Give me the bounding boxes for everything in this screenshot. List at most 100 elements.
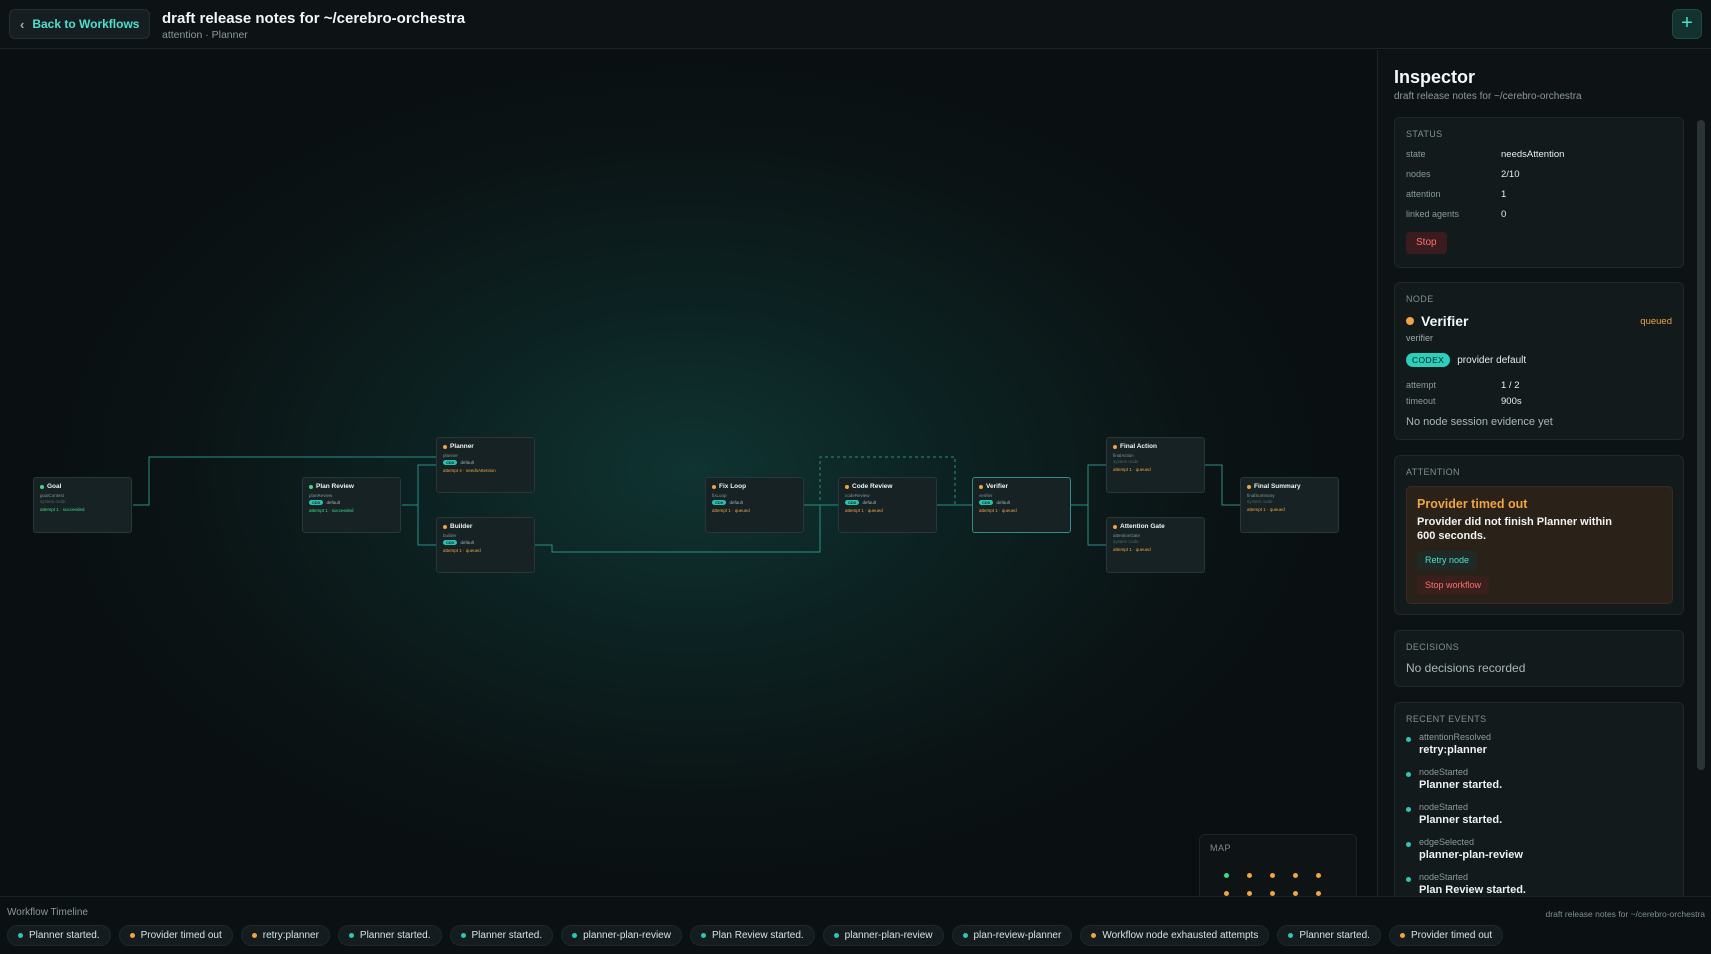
node-heading: NODE	[1406, 294, 1434, 304]
edge-final-action-summary	[1205, 464, 1240, 506]
node-evidence: No node session evidence yet	[1406, 416, 1553, 428]
chip-dot	[700, 933, 706, 938]
status-dot	[1113, 444, 1117, 449]
minimap-node	[1316, 873, 1321, 878]
minimap-node	[1293, 873, 1298, 878]
event-dot	[1406, 807, 1411, 812]
status-dot	[979, 484, 983, 489]
minimap-node	[1270, 873, 1275, 878]
node-key: verifier	[979, 493, 993, 498]
timeline-chip[interactable]: retry:planner	[240, 925, 330, 946]
chip-dot	[833, 933, 839, 938]
event-dot	[1406, 772, 1411, 777]
stop-workflow-button[interactable]: Stop workflow	[1417, 576, 1490, 595]
node-kind: system node	[1113, 539, 1139, 544]
node-goal[interactable]: Goal goalContext system node attempt 1 ·…	[33, 477, 132, 533]
node-attention-gate[interactable]: Attention Gate attentionGate system node…	[1106, 517, 1205, 573]
attention-card: ATTENTION Provider timed out Provider di…	[1394, 455, 1684, 615]
chip-dot	[251, 933, 257, 938]
node-key: codeReview	[845, 493, 870, 498]
provider-row: CODEX provider default	[1406, 353, 1526, 367]
timeline-caption: draft release notes for ~/cerebro-orches…	[1545, 909, 1705, 919]
workflow-canvas[interactable]: Goal goalContext system node attempt 1 ·…	[0, 50, 1377, 896]
node-title: Builder	[443, 523, 528, 530]
chip-dot	[1288, 933, 1294, 938]
node-builder[interactable]: Builder builder CDX default attempt 1 · q…	[436, 517, 535, 573]
node-provider: CDX default	[443, 460, 528, 465]
timeline-chip[interactable]: Workflow node exhausted attempts	[1080, 925, 1270, 946]
node-card: NODE Verifier queued verifier CODEX provi…	[1394, 282, 1684, 440]
inspector-scrollbar[interactable]	[1697, 120, 1705, 770]
attention-alert: Provider timed out Provider did not fini…	[1406, 486, 1673, 604]
node-provider: CDX default	[309, 500, 394, 505]
status-dot	[1406, 317, 1414, 325]
minimap[interactable]: MAP	[1199, 834, 1357, 896]
node-fix-loop[interactable]: Fix Loop fixLoop CDX default attempt 1 · …	[705, 477, 804, 533]
status-row: attention 1	[1406, 189, 1507, 200]
page-title: draft release notes for ~/cerebro-orches…	[162, 10, 466, 27]
timeline-chip[interactable]: Planner started.	[449, 925, 554, 946]
timeline-chip[interactable]: Provider timed out	[1388, 925, 1504, 946]
node-kind: system node	[1113, 459, 1139, 464]
event-dot	[1406, 842, 1411, 847]
status-dot	[443, 524, 447, 529]
node-row: timeout 900s	[1406, 396, 1522, 407]
status-dot	[845, 484, 849, 489]
timeline-chip[interactable]: Planner started.	[1277, 925, 1381, 946]
events-card: RECENT EVENTS attentionResolved retry:pla…	[1394, 702, 1684, 896]
stop-button[interactable]: Stop	[1406, 232, 1447, 254]
decisions-card: DECISIONS No decisions recorded	[1394, 630, 1684, 687]
node-key: attentionGate	[1113, 533, 1141, 538]
node-title: Final Action	[1113, 443, 1198, 450]
node-key: builder	[443, 533, 457, 538]
retry-node-button[interactable]: Retry node	[1417, 551, 1478, 570]
timeline-chip[interactable]: Planner started.	[337, 925, 442, 946]
node-title: Verifier	[979, 483, 1064, 490]
status-dot	[1113, 524, 1117, 529]
timeline-chip[interactable]: Planner started.	[7, 925, 111, 946]
node-status: attempt 1 · queued	[1113, 547, 1151, 552]
timeline-chip[interactable]: planner-plan-review	[822, 925, 944, 946]
timeline-chip[interactable]: Provider timed out	[118, 925, 233, 946]
chip-dot	[18, 933, 23, 938]
node-plan-review[interactable]: Plan Review planReview CDX default attemp…	[302, 477, 401, 533]
node-kind: system node	[1247, 499, 1273, 504]
node-title: Plan Review	[309, 483, 394, 490]
chip-dot	[348, 933, 354, 938]
timeline-chip[interactable]: planner-plan-review	[561, 925, 682, 946]
node-status: attempt 4 · needsAttention	[443, 468, 496, 473]
status-row: state needsAttention	[1406, 149, 1565, 160]
node-verifier[interactable]: Verifier verifier CDX default attempt 1 ·…	[972, 477, 1071, 533]
node-status: attempt 1 · queued	[1113, 467, 1151, 472]
node-status: attempt 1 · succeeded	[309, 508, 354, 513]
node-final-summary[interactable]: Final Summary finalSummary system node a…	[1240, 477, 1339, 533]
attention-message: Provider did not finish Planner within 6…	[1417, 516, 1612, 542]
timeline-label: Workflow Timeline	[7, 907, 88, 918]
events-heading: RECENT EVENTS	[1406, 714, 1487, 724]
node-key: goalContext	[40, 493, 65, 498]
node-planner[interactable]: Planner planner CDX default attempt 4 · n…	[436, 437, 535, 493]
node-status: attempt 1 · succeeded	[40, 507, 85, 512]
back-to-workflows-button[interactable]: ‹ Back to Workflows	[9, 9, 150, 39]
node-title: Fix Loop	[712, 483, 797, 490]
node-state-badge: queued	[1640, 316, 1672, 327]
node-final-action[interactable]: Final Action finalAction system node att…	[1106, 437, 1205, 493]
node-code-review[interactable]: Code Review codeReview CDX default attemp…	[838, 477, 937, 533]
edge-verifier-final-action	[1071, 464, 1106, 506]
edge-plan-review-builder	[402, 504, 436, 546]
node-status: attempt 1 · queued	[443, 548, 481, 553]
decisions-empty: No decisions recorded	[1406, 661, 1526, 675]
node-title: Final Summary	[1247, 483, 1332, 490]
chip-dot	[1399, 933, 1405, 938]
minimap-node	[1247, 873, 1252, 878]
chip-dot	[1091, 933, 1097, 938]
status-row: linked agents 0	[1406, 209, 1507, 220]
add-button[interactable]: +	[1672, 9, 1702, 39]
timeline-chip[interactable]: plan-review-planner	[951, 925, 1073, 946]
event-dot	[1406, 877, 1411, 882]
back-button-label: Back to Workflows	[32, 17, 140, 31]
edge-planner-plan-review	[402, 464, 436, 506]
workflow-timeline: Workflow Timeline draft release notes fo…	[0, 896, 1711, 954]
timeline-chip[interactable]: Plan Review started.	[689, 925, 815, 946]
inspector-subtitle: draft release notes for ~/cerebro-orches…	[1394, 91, 1582, 102]
